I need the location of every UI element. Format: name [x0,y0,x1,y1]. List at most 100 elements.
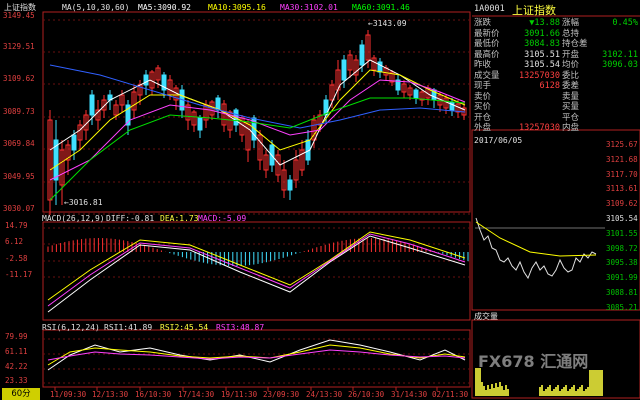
quote-cell: 最低价 [474,39,500,49]
quote-cell: ▼13.88 [529,18,560,28]
quote-cell: 买价 [474,102,492,112]
macd-frame [42,221,471,321]
macd-axis-label: 14.79 [5,221,28,230]
quote-row: 外盘 13257030 内盘 [472,123,640,134]
quote-row: 最高价 3105.51 开盘 3102.11 [472,50,640,61]
rsi-axis-label: 79.99 [5,332,28,341]
quote-cell: 涨幅 [562,18,580,28]
quote-cell: 3091.66 [524,28,560,39]
candle-body [377,61,383,73]
mini-axis-label: 3091.99 [606,273,638,283]
quote-name: 上证指数 [512,4,556,17]
mini-axis-label: 3105.54 [606,214,638,223]
quote-cell: 0.45% [612,18,638,28]
date-axis-label: 02/11:30 [432,390,469,399]
quote-cell: 委比 [562,70,580,81]
rsi1-line [47,339,466,371]
mini-axis-label: 3109.62 [606,199,638,209]
candle-body [143,74,149,86]
quote-cell: 开盘 [562,49,580,60]
quote-cell: 最高价 [474,49,500,60]
quote-cell: 涨跌 [474,18,492,28]
rsi-axis-label: 61.11 [5,347,28,356]
main-chart-frame [42,11,471,213]
rsi-axis-label: 23.33 [5,376,28,385]
rsi-params: RSI(6,12,24) [42,323,100,332]
price-axis-label: 3109.62 [3,74,35,83]
quote-row: 卖价 卖量 [472,92,640,103]
ma-params: MA(5,10,30,60) [62,3,130,12]
candle-body [287,179,293,191]
date-axis-label: 23/09:30 [263,390,300,399]
price-axis-label: 3089.73 [3,107,35,116]
macd-axis-label: -2.58 [5,254,28,263]
quote-row: 买价 买量 [472,102,640,113]
quote-cell: 内盘 [562,123,580,133]
date-axis-label: 16/10:30 [135,390,172,399]
date-axis-label: 19/11:30 [221,390,258,399]
ma10-indicator: MA10:3095.16 [208,3,266,12]
quote-cell: 6128 [539,81,560,91]
quote-cell: 买量 [562,102,580,112]
macd-dea: DEA:1.73 [160,214,199,223]
rsi-axis-label: 42.22 [5,362,28,371]
ma60-indicator: MA60:3091.46 [352,3,410,12]
quote-row: 最低价 3084.83 持仓差 [472,39,640,50]
quote-cell: 昨收 [474,60,492,70]
intraday-avg-line [475,221,597,257]
period-selector[interactable]: 60分 [2,388,40,400]
quote-cell: 持仓差 [562,39,588,49]
ma30-indicator: MA30:3102.01 [280,3,338,12]
quote-row: 成交量 13257030 委比 [472,71,640,82]
price-axis-label: 3030.07 [3,204,35,213]
price-axis-label: 3049.95 [3,172,35,181]
candle-body [413,89,419,99]
quote-cell: 最新价 [474,28,500,39]
quote-row: 开仓 平仓 [472,113,640,124]
candle-body [71,134,77,151]
quote-cell: 平仓 [562,112,580,123]
quote-row: 涨跌 ▼13.88 涨幅 0.45% [472,18,640,29]
date-axis-label: 17/14:30 [178,390,215,399]
quote-cell: 委差 [562,81,580,91]
quote-header: 1A0001 上证指数 [472,2,640,17]
quote-cell: 3105.54 [524,60,560,70]
intraday-price-line [475,217,597,280]
mini-axis-label: 3117.70 [606,169,638,179]
candle-body [449,101,455,111]
quote-row: 现手 6128 委差 [472,81,640,92]
quote-cell: 总持 [562,28,580,39]
quote-cell: 13257030 [519,123,560,133]
quote-row: 最新价 3091.66 总持 [472,29,640,40]
mini-axis-label: 3098.72 [606,243,638,253]
mini-axis-label: 3088.81 [606,288,638,297]
quote-cell: 卖量 [562,91,580,102]
quote-cell: 卖价 [474,91,492,102]
candle-body [341,59,347,81]
watermark-logo: FX678 汇通网 [478,352,589,371]
candle-body [89,94,95,116]
mini-axis-label: 3125.67 [606,140,638,149]
date-axis-label: 11/09:30 [50,390,87,399]
mini-axis-label: 3085.21 [606,302,638,312]
ma5-indicator: MA5:3090.92 [138,3,191,12]
macd-axis-label: -11.17 [5,270,33,279]
price-axis-label: 3069.84 [3,139,35,148]
mini-axis-label: 3113.61 [606,184,638,194]
mini-chart-date: 2017/06/05 [474,136,523,145]
macd-params: MACD(26,12,9) [42,214,105,223]
macd-diff: DIFF:-0.81 [106,214,155,223]
quote-code: 1A0001 [474,4,505,14]
volume-label: 成交量 [474,312,498,321]
candle-body [359,44,365,66]
trading-terminal: 上证指数 MA(5,10,30,60) MA5:3090.92 MA10:309… [0,0,640,400]
date-axis-label: 31/14:30 [391,390,428,399]
mini-axis-label: 3101.55 [606,228,638,238]
candle-body [197,117,203,131]
date-axis-label: 12/13:30 [92,390,129,399]
date-axis-label: 26/10:30 [348,390,385,399]
quote-cell: 现手 [474,81,492,91]
low-annotation: ←3016.81 [64,198,103,207]
price-axis-label: 3149.45 [3,11,35,20]
quote-cell: 3096.03 [602,60,638,70]
